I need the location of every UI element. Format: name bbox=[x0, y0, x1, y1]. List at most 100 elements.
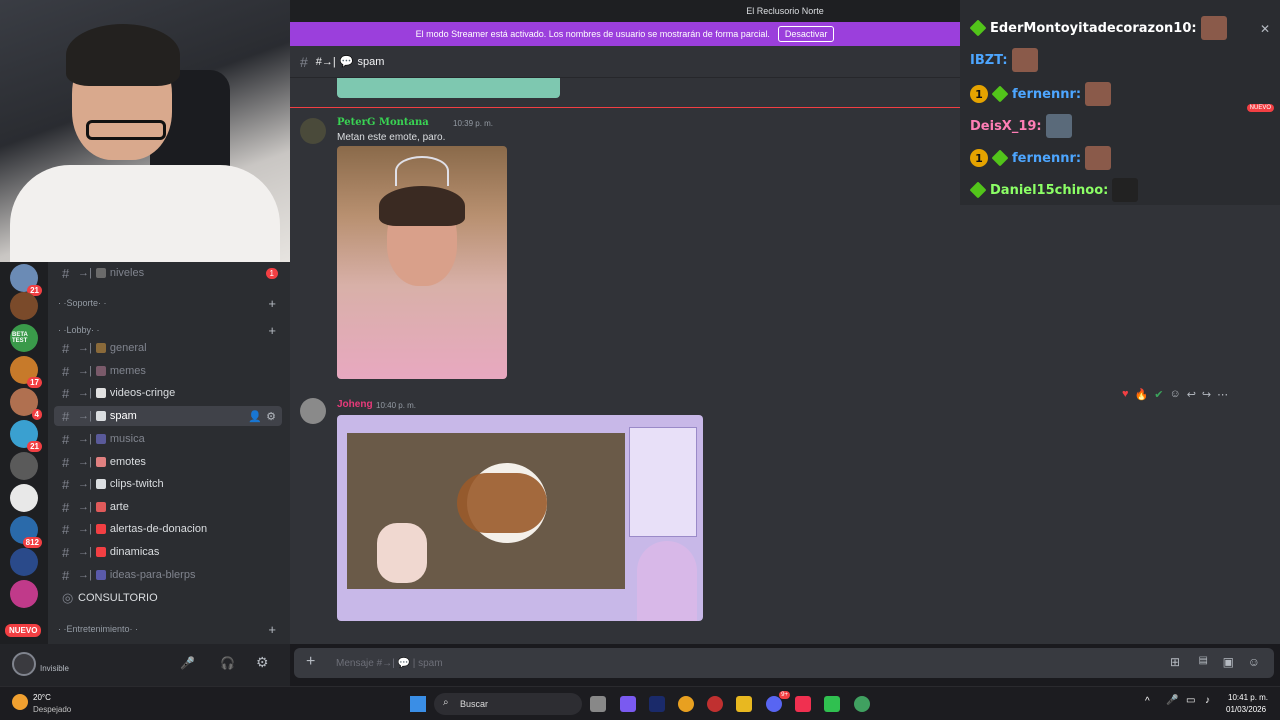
server-icon[interactable] bbox=[10, 292, 38, 320]
add-channel-icon[interactable]: + bbox=[268, 323, 276, 338]
image-attachment-tiara-photo[interactable] bbox=[337, 146, 507, 379]
server-badge: 812 bbox=[22, 537, 42, 548]
hash-icon: # bbox=[62, 521, 70, 537]
server-icon[interactable]: 812 bbox=[10, 516, 42, 548]
add-channel-icon[interactable]: + bbox=[268, 296, 276, 311]
server-badge: 4 bbox=[31, 409, 42, 420]
channel-dinamicas[interactable]: # →| dinamicas bbox=[54, 542, 282, 562]
emoji-picker-icon[interactable]: ☺ bbox=[1248, 655, 1260, 669]
avatar[interactable] bbox=[300, 398, 326, 424]
server-icon[interactable]: BETA TEST bbox=[10, 324, 38, 352]
channel-emoji-icon bbox=[95, 268, 106, 278]
server-badge: 21 bbox=[27, 441, 42, 452]
category-lobby[interactable]: · ·Lobby· · bbox=[58, 325, 100, 335]
discord-icon[interactable]: 9+ bbox=[766, 691, 790, 712]
taskbar-search[interactable]: ⌕ Buscar bbox=[434, 693, 582, 715]
channel-settings-icon[interactable]: ⚙ bbox=[266, 410, 276, 423]
task-view-icon[interactable] bbox=[590, 696, 606, 712]
previous-image-attachment[interactable] bbox=[337, 78, 560, 98]
channel-clips-twitch[interactable]: # →| clips-twitch bbox=[54, 474, 282, 494]
server-icon[interactable]: 21 bbox=[10, 420, 42, 452]
kick-icon[interactable] bbox=[824, 696, 840, 712]
channel-videos-cringe[interactable]: # →| videos-cringe bbox=[54, 383, 282, 403]
add-reaction-icon[interactable]: ☺ bbox=[1169, 388, 1180, 406]
channel-emoji-icon bbox=[95, 388, 106, 398]
fire-reaction-icon[interactable]: 🔥 bbox=[1135, 388, 1149, 406]
message-timestamp: 10:39 p. m. bbox=[453, 119, 494, 128]
chrome-icon[interactable] bbox=[678, 696, 694, 712]
headphones-icon[interactable]: 🎧 bbox=[220, 656, 235, 670]
category-soporte[interactable]: · ·Soporte· · bbox=[58, 298, 107, 308]
premiere-icon[interactable] bbox=[649, 696, 665, 712]
network-icon[interactable]: ▭ bbox=[1186, 695, 1195, 706]
server-icon[interactable]: 17 bbox=[10, 356, 42, 388]
image-attachment-vtuber-stream[interactable] bbox=[337, 415, 703, 621]
channel-musica[interactable]: # →| musica bbox=[54, 429, 282, 449]
server-icon[interactable]: 4 bbox=[10, 388, 42, 420]
message-composer[interactable]: + Mensaje #→| 💬 | spam ☺ ▣ ▤ ⊞ bbox=[294, 648, 1274, 678]
message-text: Metan este emote, paro. bbox=[337, 132, 446, 143]
fried-chicken bbox=[457, 473, 547, 533]
channel-memes[interactable]: # →| memes bbox=[54, 361, 282, 381]
mic-tray-icon[interactable]: 🎤 bbox=[1166, 695, 1178, 706]
new-servers-badge[interactable]: NUEVO bbox=[5, 624, 42, 637]
more-options-icon[interactable]: ⋯ bbox=[1217, 388, 1228, 406]
gift-icon[interactable]: ⊞ bbox=[1170, 655, 1180, 669]
gem-badge-icon bbox=[969, 19, 987, 37]
heart-reaction-icon[interactable]: ♥ bbox=[1122, 388, 1129, 406]
check-reaction-icon[interactable]: ✔ bbox=[1154, 388, 1163, 406]
new-messages-divider bbox=[290, 107, 960, 108]
close-icon[interactable]: ✕ bbox=[1260, 22, 1270, 36]
sticker-icon[interactable]: ▣ bbox=[1223, 655, 1234, 669]
server-icon[interactable] bbox=[10, 548, 38, 576]
app-icon[interactable] bbox=[707, 696, 723, 712]
channel-general[interactable]: # →| general bbox=[54, 338, 282, 358]
add-channel-icon[interactable]: + bbox=[268, 622, 276, 637]
deactivate-button[interactable]: Desactivar bbox=[777, 26, 835, 42]
forward-icon[interactable]: ↪ bbox=[1202, 388, 1211, 406]
windows-start-icon[interactable] bbox=[410, 696, 426, 712]
channel-alertas-de-donacion[interactable]: # →| alertas-de-donacion bbox=[54, 519, 282, 539]
message-author[interactable]: PeterG Montana bbox=[337, 117, 429, 128]
server-icon[interactable] bbox=[10, 452, 38, 480]
chrome-canary-icon[interactable] bbox=[854, 696, 870, 712]
settings-gear-icon[interactable]: ⚙ bbox=[256, 654, 269, 671]
message-timestamp: 10:40 p. m. bbox=[376, 401, 417, 410]
reply-icon[interactable]: ↩ bbox=[1187, 388, 1196, 406]
volume-icon[interactable]: ♪ bbox=[1205, 695, 1210, 706]
channel-niveles[interactable]: # →| niveles 1 bbox=[54, 263, 282, 283]
server-icon[interactable] bbox=[10, 580, 38, 608]
channel-label: spam bbox=[109, 410, 137, 422]
weather-desc[interactable]: Despejado bbox=[33, 705, 71, 714]
channel-emoji-icon bbox=[95, 547, 106, 557]
server-icon[interactable] bbox=[10, 484, 38, 512]
clock-time[interactable]: 10:41 p. m. bbox=[1228, 693, 1268, 702]
channel-emotes[interactable]: # →| emotes bbox=[54, 452, 282, 472]
music-icon[interactable] bbox=[795, 696, 811, 712]
message-author[interactable]: Joheng bbox=[337, 399, 373, 410]
emote-icon bbox=[1200, 16, 1227, 40]
category-entretenimiento[interactable]: · ·Entretenimiento· · bbox=[58, 624, 138, 634]
channel-spam[interactable]: # →| spam 👤 ⚙ bbox=[54, 406, 282, 426]
channel-ideas-para-blerps[interactable]: # →| ideas-para-blerps bbox=[54, 565, 282, 585]
microphone-icon[interactable]: 🎤 bbox=[180, 656, 195, 670]
server-icon[interactable]: 21 bbox=[10, 264, 42, 296]
avatar[interactable] bbox=[12, 652, 36, 676]
invite-icon[interactable]: 👤 bbox=[248, 410, 262, 423]
new-badge: NUEVO bbox=[1246, 104, 1274, 112]
add-attachment-icon[interactable]: + bbox=[306, 653, 315, 671]
chevron-up-icon[interactable]: ^ bbox=[1145, 696, 1150, 707]
channel-emoji-icon bbox=[95, 411, 106, 421]
copilot-icon[interactable] bbox=[620, 696, 636, 712]
gif-icon[interactable]: ▤ bbox=[1199, 655, 1208, 666]
weather-temp[interactable]: 20°C bbox=[33, 693, 51, 702]
vtuber-avatar bbox=[637, 541, 697, 621]
channel-prefix: →| bbox=[78, 410, 92, 422]
clock-date[interactable]: 01/03/2026 bbox=[1226, 705, 1266, 714]
weather-icon[interactable] bbox=[12, 694, 28, 710]
file-explorer-icon[interactable] bbox=[736, 696, 752, 712]
channel-consultorio[interactable]: ◎ CONSULTORIO bbox=[54, 588, 282, 608]
avatar[interactable] bbox=[300, 118, 326, 144]
overlay-chat-line: IBZT: bbox=[970, 48, 1038, 72]
channel-arte[interactable]: # →| arte bbox=[54, 497, 282, 517]
